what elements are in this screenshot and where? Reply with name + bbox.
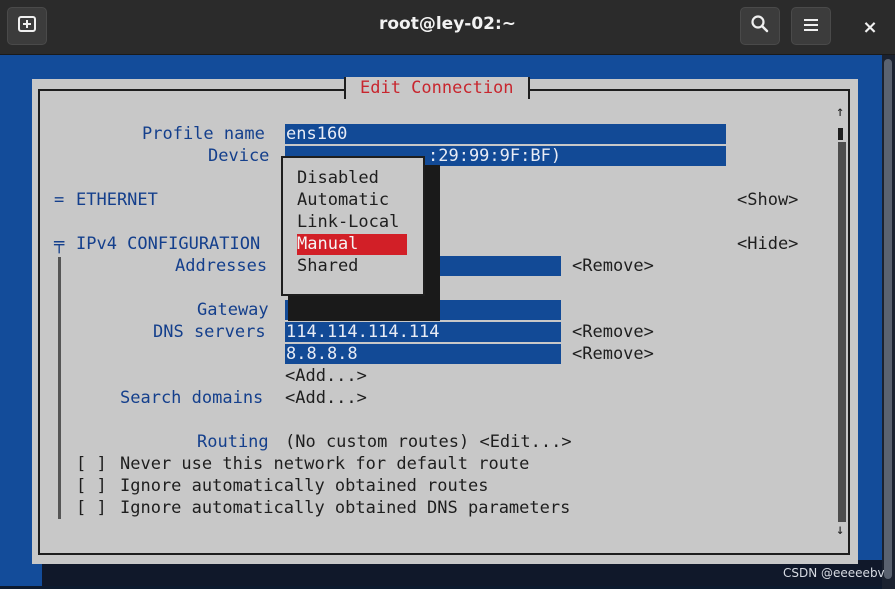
close-button[interactable]: ×	[852, 12, 888, 42]
method-option-selected[interactable]: Manual	[297, 234, 407, 255]
device-label: Device	[208, 146, 270, 166]
window-titlebar: root@ley-02:~ ×	[0, 0, 895, 55]
ethernet-show-button[interactable]: <Show>	[737, 189, 798, 211]
checkbox-label: Never use this network for default route	[120, 454, 530, 474]
menu-button[interactable]	[791, 7, 831, 45]
search-domains-label: Search domains	[120, 388, 264, 408]
checkbox[interactable]: [ ]	[76, 453, 107, 475]
addresses-remove-button[interactable]: <Remove>	[572, 255, 654, 277]
method-option[interactable]: Disabled	[297, 168, 407, 189]
method-option[interactable]: Shared	[297, 256, 407, 277]
dns-add-button[interactable]: <Add...>	[285, 365, 367, 387]
dialog-title: Edit Connection	[344, 77, 530, 99]
scroll-down-arrow-icon[interactable]: ↓	[836, 522, 844, 538]
search-domains-add-button[interactable]: <Add...>	[285, 387, 367, 409]
dns-servers-label: DNS servers	[153, 322, 266, 342]
ipv4-marker: ╤	[54, 234, 65, 254]
scroll-up-arrow-icon[interactable]: ↑	[836, 104, 844, 120]
routing-edit-button[interactable]: (No custom routes) <Edit...>	[285, 431, 572, 453]
checkbox-label: Ignore automatically obtained routes	[120, 476, 489, 496]
ipv4-section-label: IPv4 CONFIGURATION	[76, 234, 261, 254]
dns-server-input[interactable]: 8.8.8.8	[285, 344, 561, 364]
search-button[interactable]	[740, 7, 780, 45]
dns-server-remove-button[interactable]: <Remove>	[572, 321, 654, 343]
checkbox[interactable]: [ ]	[76, 497, 107, 519]
ethernet-section-label: ETHERNET	[76, 190, 158, 210]
method-option[interactable]: Automatic	[297, 190, 407, 211]
profile-name-label: Profile name	[142, 124, 265, 144]
addresses-label: Addresses	[175, 256, 268, 276]
method-option[interactable]: Link-Local	[297, 212, 407, 233]
checkbox-label: Ignore automatically obtained DNS parame…	[120, 498, 571, 518]
ipv4-section-line	[58, 257, 61, 519]
ethernet-marker: =	[54, 190, 65, 210]
watermark: CSDN @eeeeebv	[783, 566, 885, 580]
routing-label: Routing	[197, 432, 269, 452]
dns-server-input[interactable]: 114.114.114.114	[285, 322, 561, 342]
dns-server-remove-button[interactable]: <Remove>	[572, 343, 654, 365]
search-icon	[750, 14, 770, 38]
gateway-label: Gateway	[197, 300, 269, 320]
dialog-scrollbar[interactable]	[838, 142, 846, 522]
profile-name-input[interactable]: ens160	[285, 124, 726, 144]
ipv4-method-popup: Disabled Automatic Link-Local Manual Sha…	[281, 156, 425, 296]
close-icon: ×	[862, 16, 878, 38]
ipv4-hide-button[interactable]: <Hide>	[737, 233, 798, 255]
terminal-scrollbar-thumb[interactable]	[884, 59, 892, 579]
checkbox[interactable]: [ ]	[76, 475, 107, 497]
hamburger-menu-icon	[803, 17, 819, 36]
dialog-scroll-thumb[interactable]	[838, 128, 843, 140]
